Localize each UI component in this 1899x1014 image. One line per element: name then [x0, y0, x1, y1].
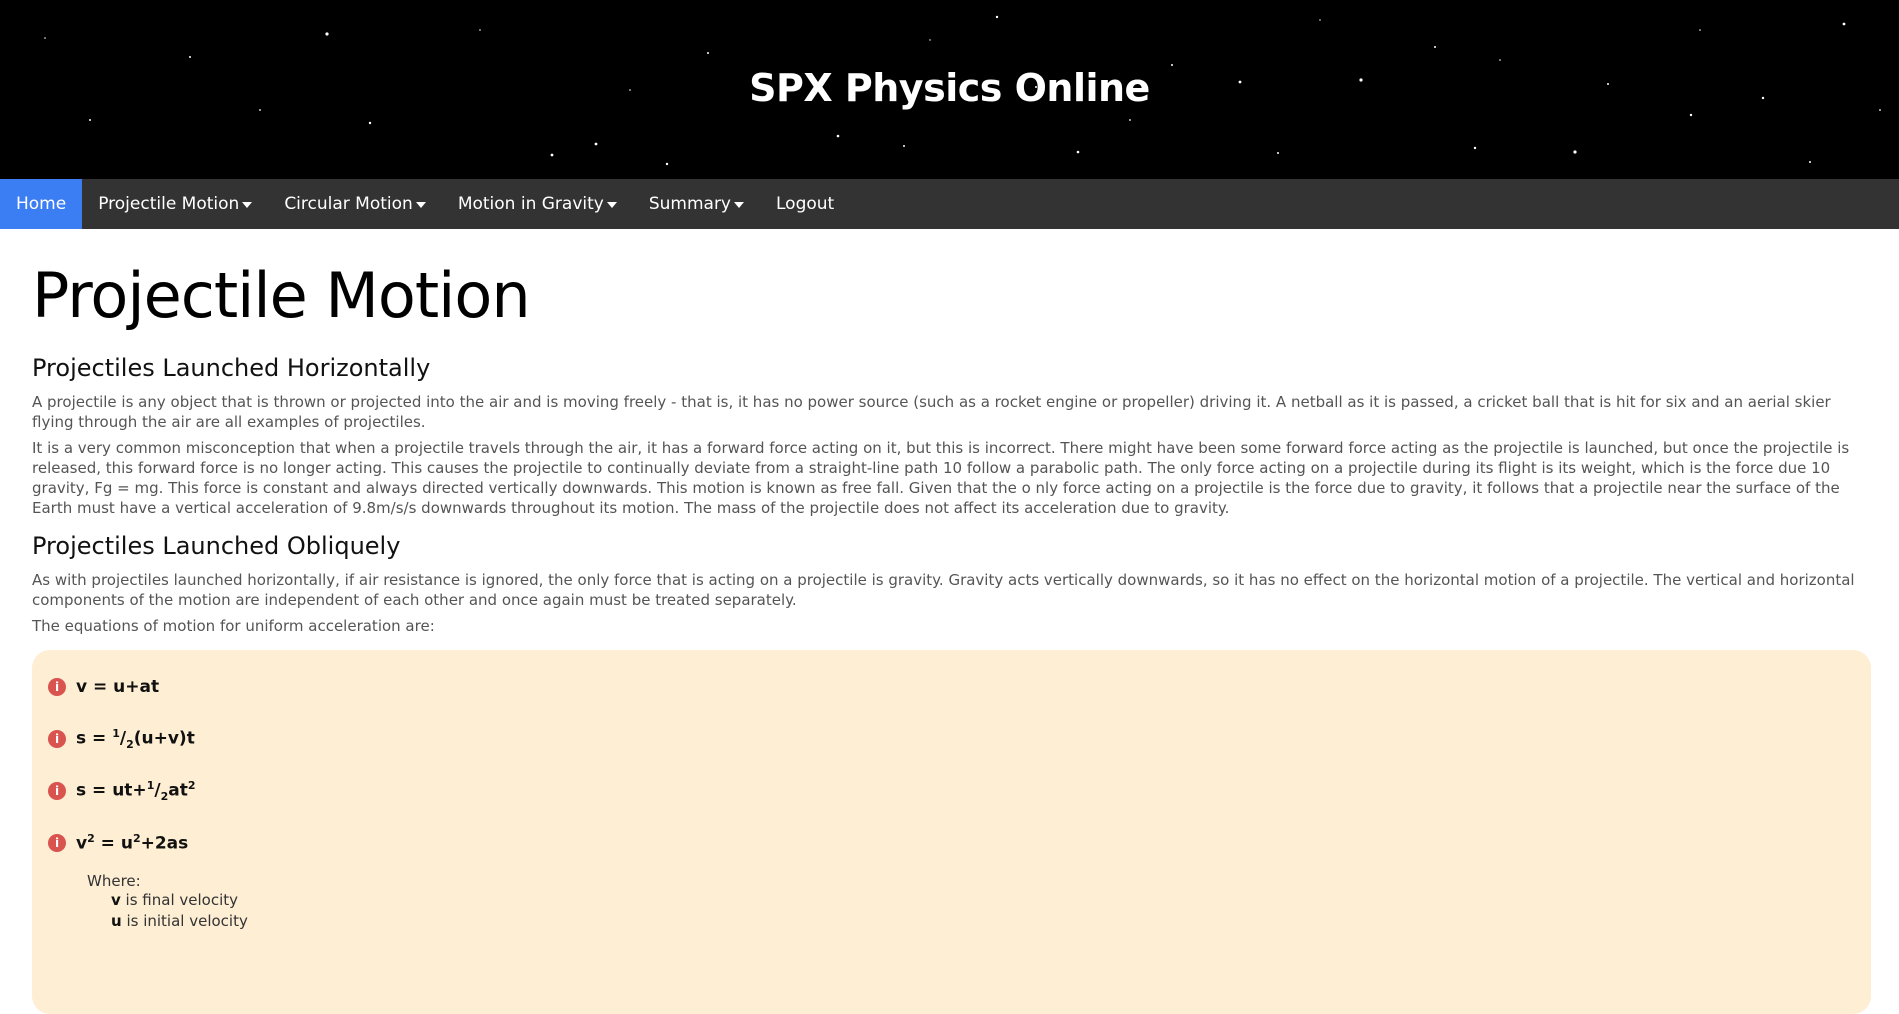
- info-icon: i: [48, 782, 66, 800]
- equation-3: s = ut+1/2at2: [76, 778, 196, 804]
- nav-circular-motion-label: Circular Motion: [284, 194, 413, 214]
- caret-down-icon: [734, 202, 744, 208]
- caret-down-icon: [606, 202, 617, 208]
- equations-box: i v = u+at i s = 1/2(u+v)t i s = ut+1/2a…: [32, 650, 1871, 1014]
- nav-home[interactable]: Home: [0, 179, 83, 229]
- where-label: Where:: [87, 872, 141, 890]
- nav-circular-motion[interactable]: Circular Motion: [268, 179, 442, 229]
- nav-summary[interactable]: Summary: [633, 179, 760, 229]
- nav-motion-in-gravity-label: Motion in Gravity: [457, 194, 604, 214]
- paragraph: It is a very common misconception that w…: [32, 439, 1850, 517]
- info-icon: i: [48, 834, 66, 852]
- equation-2: s = 1/2(u+v)t: [76, 726, 195, 752]
- caret-down-icon: [242, 202, 253, 208]
- paragraph: A projectile is any object that is throw…: [32, 393, 1831, 431]
- caret-down-icon: [415, 202, 426, 208]
- nav-logout[interactable]: Logout: [760, 179, 850, 229]
- equation-row: i s = ut+1/2at2: [48, 778, 1855, 804]
- site-title: SPX Physics Online: [749, 66, 1150, 110]
- equation-4: v2 = u2+2as: [76, 832, 189, 854]
- equation-row: i v = u+at: [48, 674, 1855, 700]
- definition-item: u is initial velocity: [111, 912, 248, 930]
- nav-home-label: Home: [16, 194, 67, 214]
- section-heading-obliquely: Projectiles Launched Obliquely: [32, 532, 401, 560]
- paragraph: As with projectiles launched horizontall…: [32, 571, 1855, 609]
- info-icon: i: [48, 730, 66, 748]
- nav-summary-label: Summary: [648, 194, 731, 214]
- paragraph: The equations of motion for uniform acce…: [32, 617, 435, 635]
- main-navigation: Home Projectile Motion Circular Motion M…: [0, 179, 1899, 229]
- equation-row: i s = 1/2(u+v)t: [48, 726, 1855, 752]
- site-header: SPX Physics Online: [0, 0, 1899, 179]
- equation-row: i v2 = u2+2as: [48, 830, 1855, 856]
- page-title: Projectile Motion: [32, 259, 531, 332]
- main-content: Projectile Motion Projectiles Launched H…: [0, 259, 1899, 1014]
- nav-logout-label: Logout: [776, 194, 835, 214]
- nav-projectile-motion-label: Projectile Motion: [98, 194, 240, 214]
- info-icon: i: [48, 678, 66, 696]
- equation-1: v = u+at: [76, 677, 160, 697]
- nav-motion-in-gravity[interactable]: Motion in Gravity: [442, 179, 633, 229]
- definition-item: v is final velocity: [111, 891, 239, 909]
- section-heading-horizontal: Projectiles Launched Horizontally: [32, 354, 431, 382]
- nav-projectile-motion[interactable]: Projectile Motion: [82, 179, 268, 229]
